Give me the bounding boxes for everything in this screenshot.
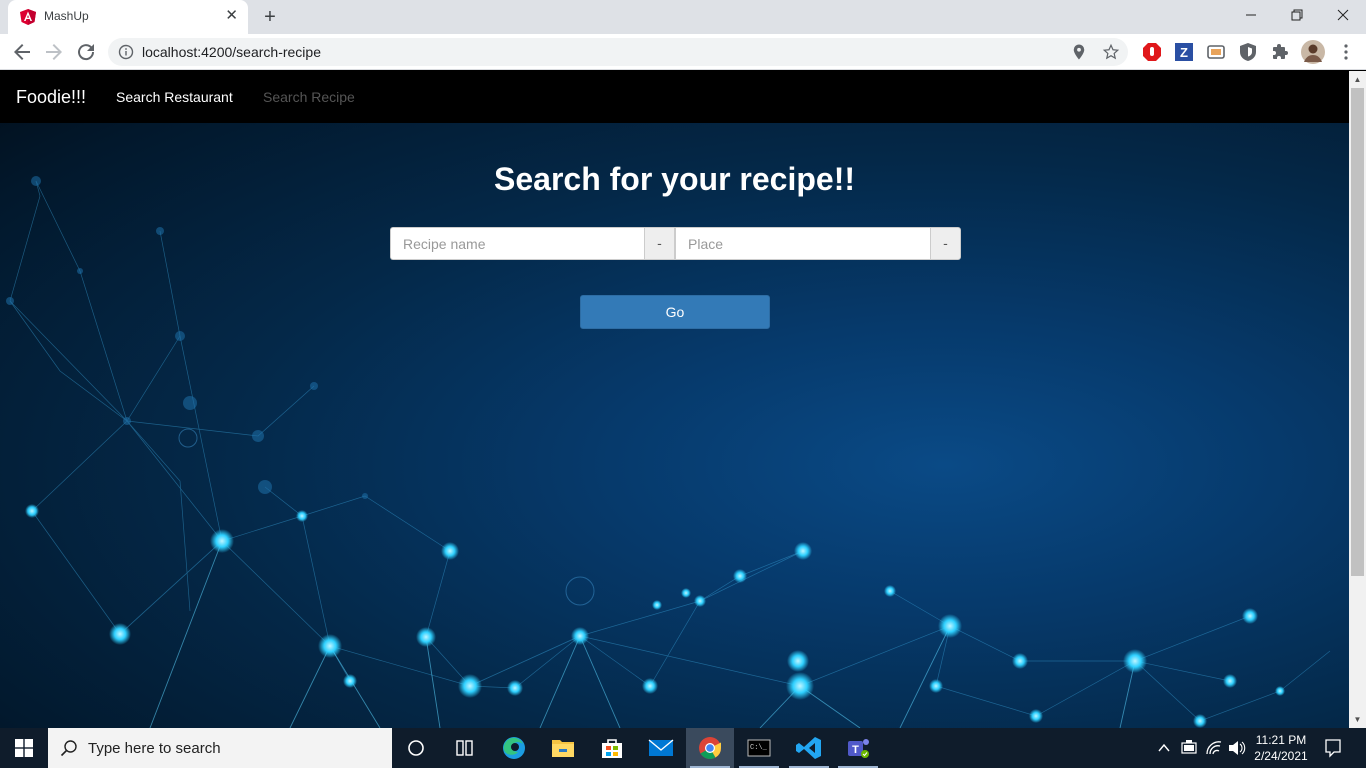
- extensions-icon[interactable]: [1270, 42, 1290, 62]
- nav-link-search-restaurant[interactable]: Search Restaurant: [116, 89, 233, 105]
- angular-favicon-icon: [20, 9, 36, 25]
- taskbar-search[interactable]: Type here to search: [48, 728, 392, 768]
- browser-tab[interactable]: MashUp ✕: [8, 0, 248, 34]
- place-addon: -: [930, 227, 961, 260]
- mail-icon[interactable]: [637, 728, 685, 768]
- svg-text:Z: Z: [1180, 45, 1188, 60]
- battery-icon[interactable]: [1179, 728, 1199, 768]
- menu-icon[interactable]: [1336, 42, 1356, 62]
- tab-strip: MashUp ✕ +: [0, 0, 1366, 34]
- taskbar-search-placeholder: Type here to search: [88, 740, 221, 757]
- windows-logo-icon: [15, 739, 33, 757]
- page-scrollbar[interactable]: ▲ ▼: [1349, 71, 1366, 728]
- zoho-extension-icon[interactable]: Z: [1174, 42, 1194, 62]
- brand-logo[interactable]: Foodie!!!: [16, 87, 86, 108]
- terminal-icon[interactable]: C:\_: [735, 728, 783, 768]
- cast-extension-icon[interactable]: [1206, 42, 1226, 62]
- place-input[interactable]: [675, 227, 930, 260]
- new-tab-button[interactable]: +: [258, 6, 282, 28]
- clock-date: 2/24/2021: [1254, 749, 1308, 763]
- show-hidden-icons-icon[interactable]: [1155, 728, 1173, 768]
- minimize-button[interactable]: [1228, 0, 1274, 30]
- minimize-icon: [1246, 14, 1256, 16]
- start-button[interactable]: [0, 728, 48, 768]
- location-icon[interactable]: [1070, 43, 1088, 61]
- clock-time: 11:21 PM: [1255, 733, 1307, 747]
- taskbar-clock[interactable]: 11:21 PM 2/24/2021: [1242, 732, 1320, 764]
- navbar: Foodie!!! Search Restaurant Search Recip…: [0, 71, 1349, 123]
- svg-text:C:\_: C:\_: [750, 744, 768, 752]
- go-button[interactable]: Go: [580, 295, 770, 329]
- restore-button[interactable]: [1274, 0, 1320, 30]
- restore-icon: [1291, 9, 1303, 21]
- teams-icon[interactable]: T: [834, 728, 882, 768]
- url-text[interactable]: localhost:4200/search-recipe: [142, 44, 321, 60]
- address-bar[interactable]: localhost:4200/search-recipe: [108, 38, 1128, 66]
- adblock-icon[interactable]: [1142, 42, 1162, 62]
- place-input-group: -: [675, 227, 961, 260]
- scroll-up-icon[interactable]: ▲: [1349, 71, 1366, 88]
- vscode-icon[interactable]: [785, 728, 833, 768]
- star-icon[interactable]: [1102, 43, 1120, 61]
- page-viewport: Foodie!!! Search Restaurant Search Recip…: [0, 71, 1349, 728]
- edge-icon[interactable]: [490, 728, 538, 768]
- wifi-icon[interactable]: [1204, 728, 1224, 768]
- reload-icon[interactable]: [74, 40, 98, 64]
- scroll-down-icon[interactable]: ▼: [1349, 711, 1366, 728]
- recipe-input-group: -: [390, 227, 675, 260]
- recipe-addon: -: [644, 227, 675, 260]
- store-icon[interactable]: [588, 728, 636, 768]
- page-title: Search for your recipe!!: [494, 161, 855, 197]
- svg-text:T: T: [852, 744, 859, 756]
- browser-toolbar: localhost:4200/search-recipe Z: [0, 34, 1366, 70]
- nav-link-search-recipe[interactable]: Search Recipe: [263, 89, 355, 105]
- back-icon[interactable]: [10, 40, 34, 64]
- recipe-name-input[interactable]: [390, 227, 644, 260]
- shield-icon[interactable]: [1238, 42, 1258, 62]
- tab-close-icon[interactable]: ✕: [225, 8, 238, 24]
- close-window-button[interactable]: [1320, 0, 1366, 30]
- cortana-icon[interactable]: [392, 728, 440, 768]
- windows-taskbar: Type here to search C:\_ T 11:21 PM 2/24…: [0, 728, 1366, 768]
- scroll-thumb[interactable]: [1351, 88, 1364, 576]
- search-icon: [60, 740, 77, 757]
- task-view-icon[interactable]: [440, 728, 488, 768]
- file-explorer-icon[interactable]: [539, 728, 587, 768]
- info-icon[interactable]: [118, 44, 134, 60]
- close-icon: [1337, 9, 1349, 21]
- tab-title: MashUp: [44, 9, 89, 23]
- notifications-icon[interactable]: [1323, 728, 1343, 768]
- chrome-icon[interactable]: [686, 728, 734, 768]
- profile-avatar[interactable]: [1301, 40, 1325, 64]
- forward-icon[interactable]: [42, 40, 66, 64]
